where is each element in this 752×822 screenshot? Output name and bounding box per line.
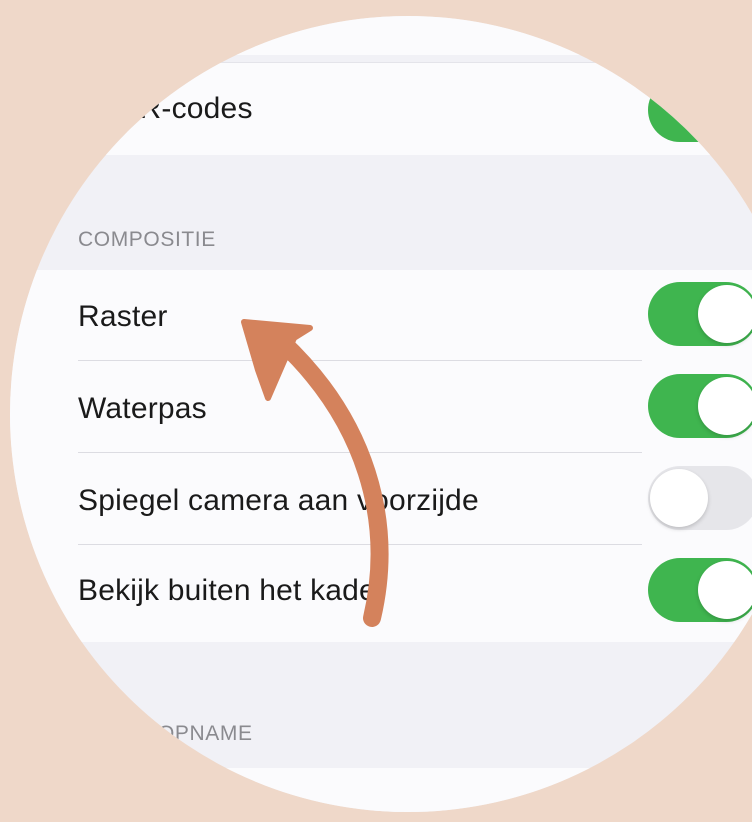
view-outside-frame-toggle[interactable] — [648, 558, 752, 622]
screenshot-stage: QR-codes COMPOSITIE Raster Waterpas Spie… — [0, 0, 752, 822]
waterpas-label: Waterpas — [78, 392, 207, 425]
toggle-knob — [698, 81, 752, 139]
section-header-recording: OPNAME — [158, 722, 253, 745]
section-header-composition: COMPOSITIE — [78, 228, 216, 251]
raster-toggle[interactable] — [648, 282, 752, 346]
qr-codes-toggle[interactable] — [648, 78, 752, 142]
mirror-front-camera-toggle[interactable] — [648, 466, 752, 530]
zoom-lens: QR-codes COMPOSITIE Raster Waterpas Spie… — [10, 16, 752, 812]
toggle-knob — [650, 469, 708, 527]
view-outside-frame-label: Bekijk buiten het kader — [78, 574, 387, 607]
qr-codes-label: QR-codes — [116, 92, 253, 125]
divider — [78, 544, 642, 545]
mirror-front-camera-label: Spiegel camera aan voorzijde — [78, 484, 479, 517]
divider — [78, 452, 642, 453]
divider — [78, 360, 642, 361]
toggle-knob — [698, 285, 752, 343]
raster-label: Raster — [78, 300, 168, 333]
settings-group-previous — [10, 16, 752, 55]
toggle-knob — [698, 561, 752, 619]
settings-panel: QR-codes COMPOSITIE Raster Waterpas Spie… — [10, 16, 752, 812]
settings-group-recording — [10, 768, 752, 812]
waterpas-toggle[interactable] — [648, 374, 752, 438]
toggle-knob — [698, 377, 752, 435]
